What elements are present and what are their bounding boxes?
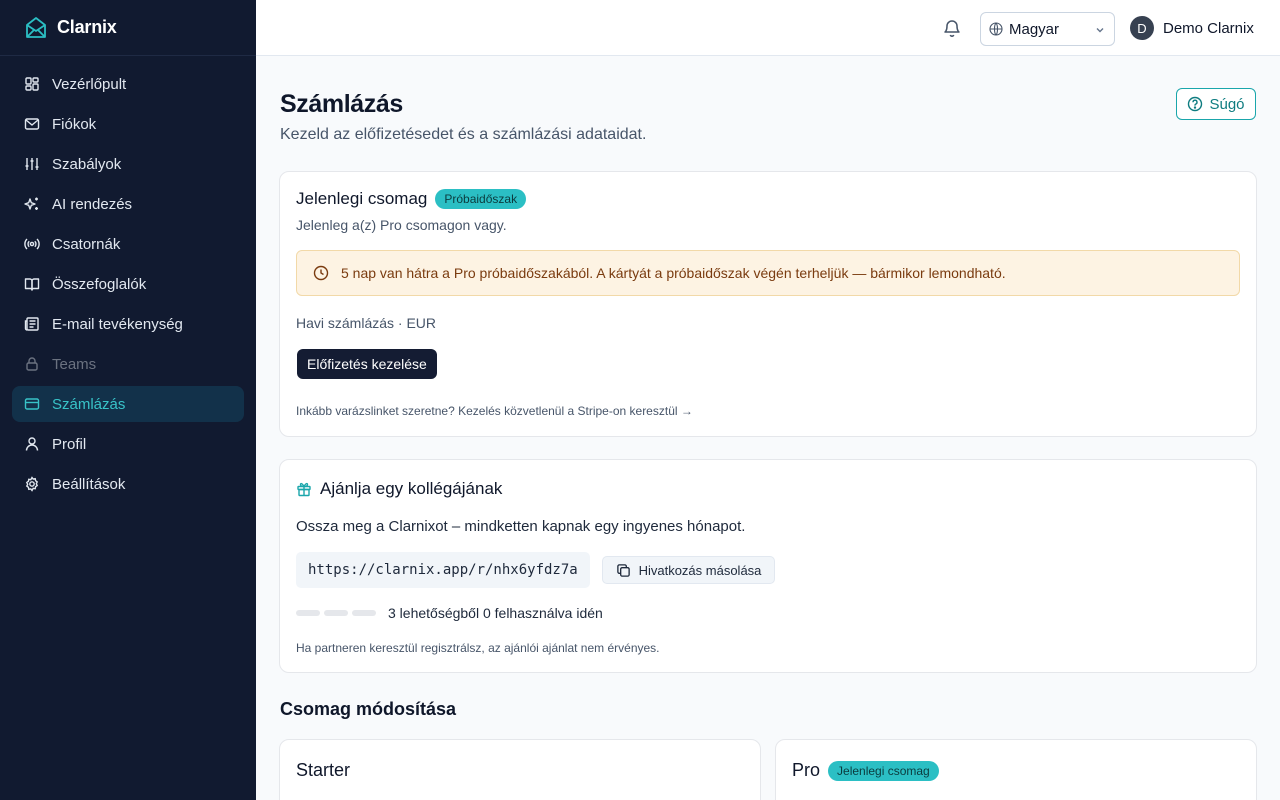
brand[interactable]: Clarnix — [0, 0, 256, 56]
brand-name: Clarnix — [57, 17, 117, 37]
trial-alert-text: 5 nap van hátra a Pro próbaidőszakából. … — [341, 265, 1006, 281]
sidebar-item-email-activity[interactable]: E-mail tevékenység — [12, 306, 244, 342]
sidebar-item-ai-sorting[interactable]: AI rendezés — [12, 186, 244, 222]
sliders-icon — [25, 158, 39, 170]
sidebar-item-teams: Teams — [12, 346, 244, 382]
sidebar-item-label: Teams — [52, 355, 97, 373]
referral-card: Ajánlja egy kollégájának Ossza meg a Cla… — [279, 459, 1257, 673]
current-plan-subtitle: Jelenleg a(z) Pro csomagon vagy. — [296, 217, 507, 233]
language-select[interactable]: Magyar — [980, 12, 1115, 46]
billing-info: Havi számlázás · EUR — [296, 315, 437, 331]
sidebar-item-label: AI rendezés — [52, 195, 133, 213]
trial-badge: Próbaidőszak — [435, 189, 527, 209]
referral-header: Ajánlja egy kollégájának — [296, 479, 502, 499]
book-icon — [24, 278, 40, 291]
referral-link[interactable]: https://clarnix.app/r/nhx6yfdz7a — [296, 552, 590, 588]
stripe-magic-link[interactable]: Inkább varázslinket szeretne? Kezelés kö… — [296, 404, 693, 418]
plan-card-starter-header: Starter — [296, 760, 350, 781]
sidebar-item-rules[interactable]: Szabályok — [12, 146, 244, 182]
usage-pill — [296, 610, 320, 616]
topbar: Magyar D Demo Clarnix — [256, 0, 1280, 56]
sidebar-item-profile[interactable]: Profil — [12, 426, 244, 462]
current-plan-badge: Jelenlegi csomag — [828, 760, 939, 781]
sidebar-item-settings[interactable]: Beállítások — [12, 466, 244, 502]
sidebar-item-label: Számlázás — [52, 395, 126, 413]
sidebar-nav: Vezérlőpult Fiókok Szabályok AI rendezés… — [0, 56, 256, 516]
referral-usage: 3 lehetőségből 0 felhasználva idén — [296, 605, 603, 621]
page-title: Számlázás — [280, 90, 403, 118]
sparkles-icon — [24, 197, 38, 210]
change-plan-title: Csomag módosítása — [280, 699, 457, 719]
usage-text: 3 lehetőségből 0 felhasználva idén — [388, 605, 603, 621]
copy-link-label: Hivatkozás másolása — [638, 562, 762, 578]
avatar: D — [1130, 16, 1154, 40]
chevron-down-icon — [1096, 28, 1104, 33]
sidebar-item-billing[interactable]: Számlázás — [12, 386, 244, 422]
sidebar-item-label: Csatornák — [52, 235, 121, 253]
referral-note: Ha partneren keresztül regisztrálsz, az … — [296, 641, 660, 655]
help-label: Súgó — [1209, 95, 1245, 113]
bell-icon[interactable] — [942, 18, 962, 38]
help-button[interactable]: Súgó — [1176, 88, 1256, 120]
trial-alert: 5 nap van hátra a Pro próbaidőszakából. … — [296, 250, 1240, 296]
referral-description: Ossza meg a Clarnixot – mindketten kapna… — [296, 518, 746, 535]
clock-icon — [313, 265, 329, 281]
sidebar-item-label: Összefoglalók — [52, 275, 147, 293]
sidebar-item-label: Vezérlőpult — [52, 75, 127, 93]
user-menu[interactable]: D Demo Clarnix — [1130, 16, 1254, 40]
sidebar-item-label: Fiókok — [52, 115, 97, 133]
referral-title: Ajánlja egy kollégájának — [320, 479, 503, 498]
gear-icon — [25, 476, 39, 492]
sidebar-item-dashboard[interactable]: Vezérlőpult — [12, 66, 244, 102]
logo-mail-icon — [26, 16, 46, 38]
plan-name-pro: Pro — [792, 760, 821, 780]
plan-card-pro: Pro Jelenlegi csomag — [775, 739, 1257, 800]
language-value: Magyar — [1009, 20, 1060, 38]
mail-icon — [24, 118, 40, 130]
newspaper-icon — [24, 317, 39, 331]
sidebar-item-channels[interactable]: Csatornák — [12, 226, 244, 262]
plan-card-starter: Starter — [279, 739, 761, 800]
globe-icon — [989, 22, 1003, 36]
radio-icon — [24, 238, 40, 250]
usage-pill — [324, 610, 348, 616]
copy-icon — [616, 563, 630, 577]
sidebar-item-accounts[interactable]: Fiókok — [12, 106, 244, 142]
dashboard-icon — [25, 77, 39, 91]
copy-link-button[interactable]: Hivatkozás másolása — [602, 556, 775, 584]
current-plan-title: Jelenlegi csomag — [296, 189, 428, 208]
manage-subscription-button[interactable]: Előfizetés kezelése — [297, 349, 437, 379]
usage-pill — [352, 610, 376, 616]
sidebar-item-label: Beállítások — [52, 475, 126, 493]
help-circle-icon — [1188, 96, 1203, 112]
user-name: Demo Clarnix — [1163, 19, 1254, 37]
sidebar-item-label: Szabályok — [52, 155, 122, 173]
plan-card-pro-header: Pro Jelenlegi csomag — [792, 760, 939, 781]
user-icon — [25, 437, 39, 451]
sidebar: Clarnix Vezérlőpult Fiókok Szabályok AI … — [0, 0, 256, 800]
sidebar-item-label: E-mail tevékenység — [52, 315, 183, 333]
current-plan-header: Jelenlegi csomag Próbaidőszak — [296, 189, 527, 209]
lock-icon — [26, 357, 38, 371]
usage-meter — [296, 610, 380, 616]
page-subtitle: Kezeld az előfizetésedet és a számlázási… — [280, 126, 647, 143]
sidebar-item-summaries[interactable]: Összefoglalók — [12, 266, 244, 302]
credit-card-icon — [24, 398, 40, 410]
sidebar-item-label: Profil — [52, 435, 87, 453]
current-plan-card: Jelenlegi csomag Próbaidőszak Jelenleg a… — [279, 171, 1257, 437]
gift-icon — [297, 482, 311, 497]
plan-name-starter: Starter — [296, 760, 351, 780]
